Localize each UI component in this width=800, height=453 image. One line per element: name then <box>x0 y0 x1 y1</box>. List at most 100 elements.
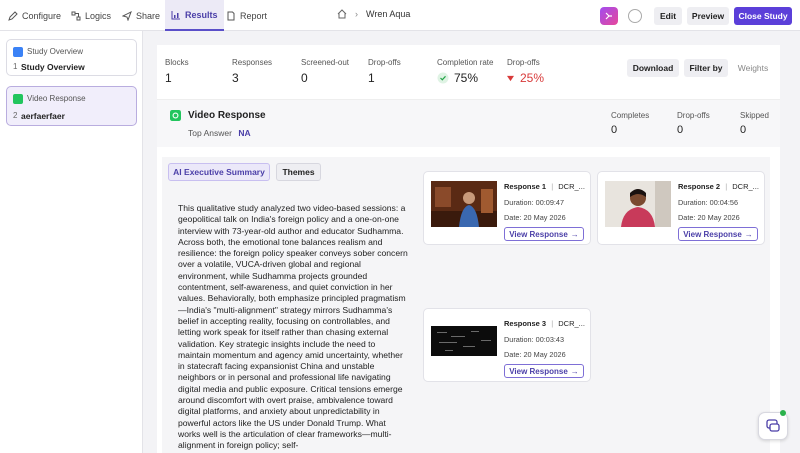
completion-value: 75% <box>454 71 479 85</box>
video-icon <box>13 94 23 104</box>
question-stat-completes: Completes 0 <box>611 111 649 136</box>
video-thumbnail[interactable] <box>431 318 497 364</box>
breadcrumb: › Wren Aqua <box>337 9 410 19</box>
question-stat-skipped: Skipped 0 <box>740 111 769 136</box>
video-thumbnail-image <box>605 181 671 227</box>
block-number: 2 <box>13 111 18 120</box>
tab-themes[interactable]: Themes <box>276 163 321 181</box>
video-thumbnail[interactable] <box>431 181 497 227</box>
top-answer-value: NA <box>238 128 251 138</box>
block-type: Video Response <box>27 94 86 103</box>
stat-value: 0 <box>611 124 618 136</box>
title-divider: | <box>551 182 554 191</box>
chart-icon <box>171 10 180 19</box>
stat-label: Completes <box>611 111 650 120</box>
document-icon <box>227 11 235 20</box>
video-response-icon <box>170 110 181 121</box>
stat-label: Blocks <box>165 58 189 67</box>
stat-label: Completion rate <box>437 58 494 67</box>
stat-drop-offs: Drop-offs 1 <box>368 58 401 85</box>
block-name: Study Overview <box>21 62 85 72</box>
stat-value: 0 <box>677 124 684 136</box>
nav-report[interactable]: Report <box>222 0 271 31</box>
stat-label: Skipped <box>740 111 769 120</box>
response-card[interactable]: Response 3 | DCR_... Duration: 00:03:43 … <box>423 308 591 382</box>
nav-logics[interactable]: Logics <box>67 0 115 31</box>
stat-label: Responses <box>232 58 273 67</box>
response-date: Date: 20 May 2026 <box>504 350 566 359</box>
stat-value: 1 <box>165 71 172 85</box>
chat-icon <box>766 419 780 432</box>
response-id: DCR_... <box>732 182 759 191</box>
response-date: Date: 20 May 2026 <box>678 213 740 222</box>
response-title-text: Response 1 <box>504 182 547 191</box>
download-button[interactable]: Download <box>627 59 679 77</box>
video-thumbnail[interactable] <box>605 181 671 227</box>
home-icon[interactable] <box>337 9 347 19</box>
arrow-right-icon: → <box>570 229 579 239</box>
question-header: Video Response Top Answer NA Completes 0… <box>157 99 780 147</box>
nav-label: Logics <box>85 10 112 21</box>
nav-configure[interactable]: Configure <box>4 0 65 31</box>
view-response-button[interactable]: View Response → <box>678 227 758 241</box>
sparkle-icon <box>605 12 612 20</box>
response-duration: Duration: 00:04:56 <box>678 198 739 207</box>
pencil-icon <box>8 10 18 21</box>
nav-results[interactable]: Results <box>165 0 224 31</box>
title-divider: | <box>551 319 554 328</box>
filter-button[interactable]: Filter by <box>684 59 728 77</box>
view-response-button[interactable]: View Response → <box>504 227 584 241</box>
nav-label: Results <box>185 9 218 20</box>
response-id: DCR_... <box>558 319 585 328</box>
stat-screened-out: Screened-out 0 <box>301 58 349 85</box>
nav-label: Report <box>240 10 268 21</box>
tab-ai-summary[interactable]: AI Executive Summary <box>168 163 270 181</box>
nav-label: Configure <box>22 10 62 21</box>
response-date: Date: 20 May 2026 <box>504 213 566 222</box>
arrow-right-icon: → <box>570 366 579 376</box>
arrow-right-icon: → <box>744 229 753 239</box>
response-title: Response 1 | DCR_... <box>504 182 585 191</box>
sidebar-item-study-overview[interactable]: Study Overview 1 Study Overview <box>6 39 137 76</box>
stat-blocks: Blocks 1 <box>165 58 189 85</box>
stat-value: 0 <box>740 124 747 136</box>
preview-button[interactable]: Preview <box>687 7 729 25</box>
stat-value: 0 <box>301 71 308 85</box>
block-type: Study Overview <box>27 47 84 56</box>
nav-label: Share <box>136 10 161 21</box>
stat-value-row: 25% <box>507 71 544 85</box>
button-label: View Response <box>509 366 568 376</box>
video-thumbnail-image <box>431 318 497 364</box>
top-answer-label: Top Answer <box>188 128 232 138</box>
send-icon <box>122 10 132 21</box>
response-card[interactable]: Response 1 | DCR_... Duration: 00:09:47 … <box>423 171 591 245</box>
stat-label: Drop-offs <box>368 58 401 67</box>
weights-button[interactable]: Weights <box>733 59 773 77</box>
view-response-button[interactable]: View Response → <box>504 364 584 378</box>
triangle-down-icon <box>507 75 514 81</box>
response-title: Response 2 | DCR_... <box>678 182 759 191</box>
question-stat-drop-offs: Drop-offs 0 <box>677 111 710 136</box>
response-card[interactable]: Response 2 | DCR_... Duration: 00:04:56 … <box>597 171 765 245</box>
close-study-button[interactable]: Close Study <box>734 7 792 25</box>
nav-share[interactable]: Share <box>118 0 164 31</box>
sidebar: Study Overview 1 Study Overview Video Re… <box>0 31 143 453</box>
response-duration: Duration: 00:03:43 <box>504 335 565 344</box>
stat-label: Drop-offs <box>507 58 540 67</box>
response-title-text: Response 3 <box>504 319 547 328</box>
button-label: View Response <box>509 229 568 239</box>
response-id: DCR_... <box>558 182 585 191</box>
check-circle-icon <box>437 72 449 84</box>
ai-app-icon[interactable] <box>600 7 618 25</box>
user-circle-icon[interactable] <box>628 9 642 23</box>
chat-support-button[interactable] <box>758 412 788 440</box>
responses-panel: Response 1 | DCR_... Duration: 00:09:47 … <box>415 157 770 453</box>
breadcrumb-separator: › <box>355 9 358 19</box>
stat-value: 1 <box>368 71 375 85</box>
stat-label: Drop-offs <box>677 111 710 120</box>
sidebar-item-video-response[interactable]: Video Response 2 aerfaerfaer <box>6 86 137 126</box>
edit-button[interactable]: Edit <box>654 7 682 25</box>
stat-label: Screened-out <box>301 58 350 67</box>
stat-completion-rate: Completion rate 75% <box>437 58 493 85</box>
button-label: View Response <box>683 229 742 239</box>
